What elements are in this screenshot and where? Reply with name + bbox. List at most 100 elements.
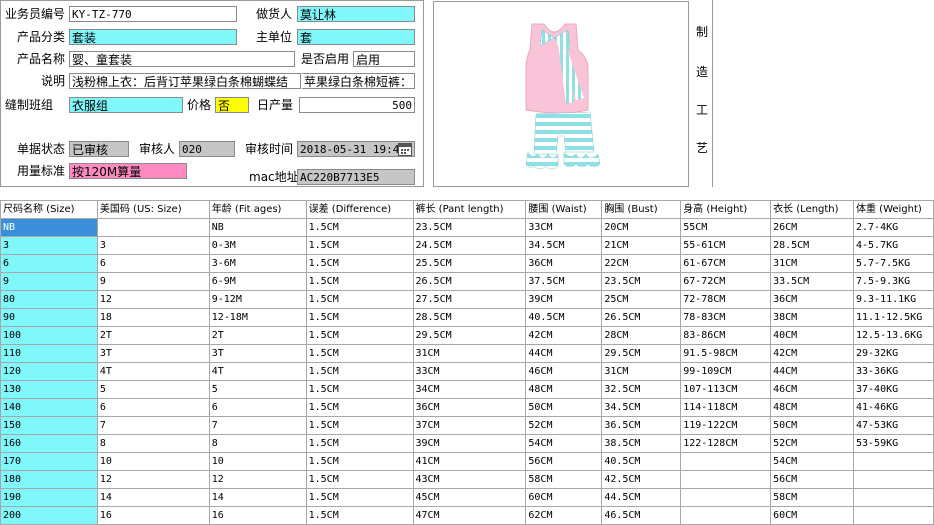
- table-cell[interactable]: 25.5CM: [412, 254, 527, 273]
- table-row[interactable]: 9 9 6-9M 1.5CM 26.5CM 37.5CM 23.5CM 67-72CM 33.5…: [0, 272, 934, 291]
- table-cell[interactable]: 12-18M: [208, 308, 307, 327]
- category-field[interactable]: 套装: [69, 29, 237, 45]
- table-cell[interactable]: 150: [0, 416, 98, 435]
- table-cell[interactable]: 180: [0, 470, 98, 489]
- auditor-field[interactable]: 020: [179, 141, 235, 157]
- table-cell[interactable]: 33CM: [525, 218, 603, 237]
- table-row[interactable]: 200 16 16 1.5CM 47CM 62CM 46.5CM 60CM: [0, 506, 934, 525]
- table-cell[interactable]: 2T: [208, 326, 307, 345]
- table-cell[interactable]: 1.5CM: [305, 362, 414, 381]
- table-cell[interactable]: 39CM: [525, 290, 603, 309]
- table-cell[interactable]: 47CM: [412, 506, 527, 525]
- table-row[interactable]: 80 12 9-12M 1.5CM 27.5CM 39CM 25CM 72-78CM 36CM 9…: [0, 290, 934, 309]
- table-cell[interactable]: [680, 488, 772, 507]
- process-notes-panel[interactable]: [712, 0, 934, 187]
- table-cell[interactable]: 67-72CM: [680, 272, 772, 291]
- table-row[interactable]: 3 3 0-3M 1.5CM 24.5CM 34.5CM 21CM 55-61CM 28.5CM…: [0, 236, 934, 255]
- table-cell[interactable]: 52CM: [525, 416, 603, 435]
- table-cell[interactable]: [852, 452, 934, 471]
- table-cell[interactable]: 9: [96, 272, 210, 291]
- table-cell[interactable]: 99-109CM: [680, 362, 772, 381]
- table-cell[interactable]: 200: [0, 506, 98, 525]
- table-cell[interactable]: 1.5CM: [305, 398, 414, 417]
- table-row[interactable]: 160 8 8 1.5CM 39CM 54CM 38.5CM 122-128CM 52CM 53-…: [0, 434, 934, 453]
- table-cell[interactable]: 22CM: [601, 254, 682, 273]
- table-cell[interactable]: 20CM: [601, 218, 682, 237]
- table-cell[interactable]: 31CM: [601, 362, 682, 381]
- table-cell[interactable]: 11.1-12.5KG: [852, 308, 934, 327]
- table-cell[interactable]: 5.7-7.5KG: [852, 254, 934, 273]
- table-cell[interactable]: 42CM: [525, 326, 603, 345]
- table-cell[interactable]: 6: [96, 398, 210, 417]
- table-cell[interactable]: 78-83CM: [680, 308, 772, 327]
- table-cell[interactable]: 18: [96, 308, 210, 327]
- table-cell[interactable]: 54CM: [525, 434, 603, 453]
- table-cell[interactable]: 6: [0, 254, 98, 273]
- table-cell[interactable]: 27.5CM: [412, 290, 527, 309]
- table-cell[interactable]: 1.5CM: [305, 470, 414, 489]
- table-cell[interactable]: 72-78CM: [680, 290, 772, 309]
- table-cell[interactable]: 140: [0, 398, 98, 417]
- table-cell[interactable]: 46CM: [525, 362, 603, 381]
- table-cell[interactable]: 33-36KG: [852, 362, 934, 381]
- table-cell[interactable]: 58CM: [525, 470, 603, 489]
- table-cell[interactable]: 61-67CM: [680, 254, 772, 273]
- table-cell[interactable]: 9-12M: [208, 290, 307, 309]
- table-cell[interactable]: [680, 506, 772, 525]
- table-cell[interactable]: 6: [96, 254, 210, 273]
- table-row[interactable]: 120 4T 4T 1.5CM 33CM 46CM 31CM 99-109CM 44CM 33-3…: [0, 362, 934, 381]
- table-cell[interactable]: 23.5CM: [412, 218, 527, 237]
- table-cell[interactable]: 1.5CM: [305, 488, 414, 507]
- table-cell[interactable]: 47-53KG: [852, 416, 934, 435]
- table-cell[interactable]: 33CM: [412, 362, 527, 381]
- table-cell[interactable]: 114-118CM: [680, 398, 772, 417]
- table-cell[interactable]: 58CM: [770, 488, 854, 507]
- table-cell[interactable]: 83-86CM: [680, 326, 772, 345]
- table-row[interactable]: 110 3T 3T 1.5CM 31CM 44CM 29.5CM 91.5-98CM 42CM 2…: [0, 344, 934, 363]
- material-standard-field[interactable]: 按120M算量: [69, 163, 187, 179]
- table-cell[interactable]: 43CM: [412, 470, 527, 489]
- salesperson-no-field[interactable]: KY-TZ-770: [69, 6, 237, 22]
- mac-address-field[interactable]: AC220B7713E5: [297, 169, 415, 185]
- table-cell[interactable]: 107-113CM: [680, 380, 772, 399]
- table-row[interactable]: 90 18 12-18M 1.5CM 28.5CM 40.5CM 26.5CM 78-83CM…: [0, 308, 934, 327]
- table-cell[interactable]: 36CM: [525, 254, 603, 273]
- table-cell[interactable]: [680, 470, 772, 489]
- table-row[interactable]: 180 12 12 1.5CM 43CM 58CM 42.5CM 56CM: [0, 470, 934, 489]
- sewing-team-field[interactable]: 衣服组: [69, 97, 183, 113]
- table-cell[interactable]: 170: [0, 452, 98, 471]
- table-cell[interactable]: 26CM: [770, 218, 854, 237]
- table-cell[interactable]: 3-6M: [208, 254, 307, 273]
- table-cell[interactable]: 31CM: [770, 254, 854, 273]
- table-cell[interactable]: 32.5CM: [601, 380, 682, 399]
- table-cell[interactable]: 1.5CM: [305, 416, 414, 435]
- enabled-field[interactable]: 启用: [353, 51, 415, 67]
- column-header[interactable]: 衣长 (Length): [770, 200, 854, 219]
- table-cell[interactable]: 100: [0, 326, 98, 345]
- table-cell[interactable]: 29.5CM: [601, 344, 682, 363]
- table-cell[interactable]: 28.5CM: [412, 308, 527, 327]
- audit-time-field[interactable]: 2018-05-31 19:4: [297, 141, 415, 157]
- table-cell[interactable]: 29-32KG: [852, 344, 934, 363]
- table-cell[interactable]: 90: [0, 308, 98, 327]
- table-cell[interactable]: 4-5.7KG: [852, 236, 934, 255]
- table-row[interactable]: 100 2T 2T 1.5CM 29.5CM 42CM 28CM 83-86CM 40CM 12.…: [0, 326, 934, 345]
- table-row[interactable]: 150 7 7 1.5CM 37CM 52CM 36.5CM 119-122CM 50CM 47-…: [0, 416, 934, 435]
- table-cell[interactable]: 1.5CM: [305, 254, 414, 273]
- table-cell[interactable]: 26.5CM: [601, 308, 682, 327]
- table-cell[interactable]: 45CM: [412, 488, 527, 507]
- table-cell[interactable]: 36CM: [412, 398, 527, 417]
- table-cell[interactable]: 34.5CM: [525, 236, 603, 255]
- table-cell[interactable]: 28CM: [601, 326, 682, 345]
- table-cell[interactable]: 60CM: [525, 488, 603, 507]
- table-cell[interactable]: 1.5CM: [305, 434, 414, 453]
- table-cell[interactable]: 9: [0, 272, 98, 291]
- table-cell[interactable]: 46CM: [770, 380, 854, 399]
- table-cell[interactable]: 48CM: [770, 398, 854, 417]
- table-cell[interactable]: 9.3-11.1KG: [852, 290, 934, 309]
- maker-field[interactable]: 莫让林: [297, 6, 415, 22]
- table-cell[interactable]: 130: [0, 380, 98, 399]
- table-cell[interactable]: 38.5CM: [601, 434, 682, 453]
- table-cell[interactable]: 16: [96, 506, 210, 525]
- table-cell[interactable]: 80: [0, 290, 98, 309]
